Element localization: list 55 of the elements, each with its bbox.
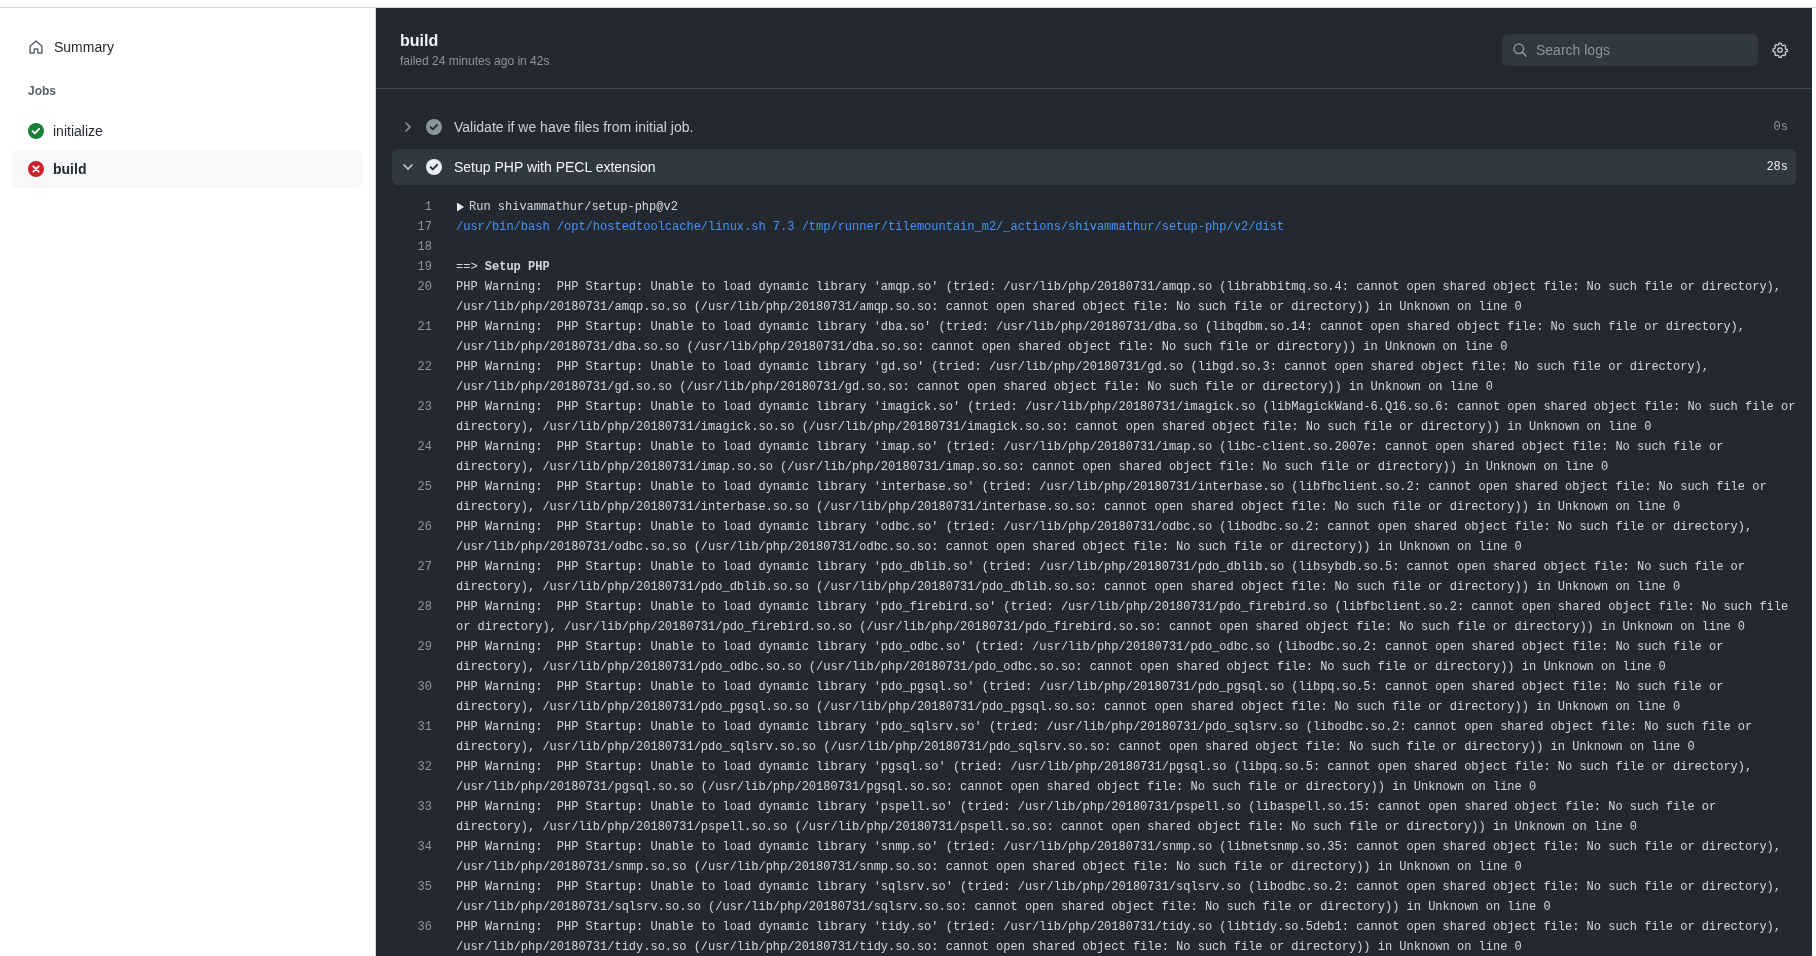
- log-line: PHP Warning: PHP Startup: Unable to load dynamic library 'pdo_dblib.so' (tried: /usr/lib/php/20180731/pdo_dblib.so (libsybdb.so.5: cannot open shared object file: No such file or directory), /usr/lib/php/20180731/pdo_dblib.so.so (/usr/lib/php/20180731/pdo_dblib.so.so: cannot open shared object file: No such file or directory)) in Unknown on line 0: [456, 559, 1746, 596]
- line-number: 30: [416, 679, 433, 696]
- line-number: 1: [423, 199, 433, 216]
- log-line: PHP Warning: PHP Startup: Unable to load dynamic library 'interbase.so' (tried: /usr/lib/php/20180731/interbase.so (libfbclient.so.2: cannot open shared object file: No such file or directory), /usr/lib/php/20180731/interbase.so.so (/usr/lib/php/20180731/interbase.so.so: cannot open shared object file: No such file or directory)) in Unknown on line 0: [456, 479, 1768, 516]
- line-number: 32: [416, 759, 433, 776]
- log-line: PHP Warning: PHP Startup: Unable to load dynamic library 'odbc.so' (tried: /usr/lib/php/20180731/odbc.so (libodbc.so.2: cannot open shared object file: No such file or directory), /usr/lib/php/20180731/odbc.so.so (/usr/lib/php/20180731/odbc.so.so: cannot open shared object file: No such file or directory)) in Unknown on line 0: [456, 519, 1754, 556]
- log-line: PHP Warning: PHP Startup: Unable to load dynamic library 'sqlsrv.so' (tried: /usr/lib/php/20180731/sqlsrv.so (libodbc.so.2: cannot open shared object file: No such file or directory), /usr/lib/php/20180731/sqlsrv.so.so (/usr/lib/php/20180731/sqlsrv.so.so: cannot open shared object file: No such file or directory)) in Unknown on line 0: [456, 879, 1782, 916]
- section-heading: Jobs: [27, 83, 57, 100]
- log-line: PHP Warning: PHP Startup: Unable to load dynamic library 'pdo_firebird.so' (tried: /usr/lib/php/20180731/pdo_firebird.so (libfbclient.so.2: cannot open shared object file: No such file or directory), /usr/lib/php/20180731/pdo_firebird.so.so (/usr/lib/php/20180731/pdo_firebird.so.so: cannot open shared object file: No such file or directory)) in Unknown on line 0: [456, 599, 1790, 636]
- line-number: 18: [416, 239, 433, 256]
- line-number: 33: [416, 799, 433, 816]
- log-line: /usr/bin/bash /opt/hostedtoolcache/linux.sh 7.3 /tmp/runner/tilemountain_m2/_actions/shivammathur/setup-php/v2/dist: [456, 219, 1285, 236]
- log-line: PHP Warning: PHP Startup: Unable to load dynamic library 'pdo_sqlsrv.so' (tried: /usr/lib/php/20180731/pdo_sqlsrv.so (libodbc.so.2: cannot open shared object file: No such file or directory), /usr/lib/php/20180731/pdo_sqlsrv.so.so (/usr/lib/php/20180731/pdo_sqlsrv.so.so: cannot open shared object file: No such file or directory)) in Unknown on line 0: [456, 719, 1754, 756]
- line-number: 29: [416, 639, 433, 656]
- line-number: 17: [416, 219, 433, 236]
- log-group-toggle[interactable]: Run shivammathur/setup-php@v2: [469, 197, 678, 217]
- line-number: 22: [416, 359, 433, 376]
- line-number: 21: [416, 319, 433, 336]
- job-item[interactable]: initialize: [12, 112, 363, 150]
- check-circle-icon: [426, 159, 442, 175]
- job-item[interactable]: build: [12, 150, 363, 188]
- check-circle-icon: [426, 119, 442, 135]
- line-number: 36: [416, 919, 433, 936]
- caret-icon[interactable]: [456, 202, 465, 212]
- step-row[interactable]: Setup PHP with PECL extension 28s: [392, 149, 1796, 185]
- search-field[interactable]: Search logs: [1502, 34, 1758, 66]
- job-status-text: failed 24 minutes ago in 42s: [400, 54, 550, 68]
- line-number: 31: [416, 719, 433, 736]
- line-number: 19: [416, 259, 433, 276]
- line-number: 34: [416, 839, 433, 856]
- line-number: 25: [416, 479, 433, 496]
- log-line: PHP Warning: PHP Startup: Unable to load dynamic library 'pdo_odbc.so' (tried: /usr/lib/php/20180731/pdo_odbc.so (libodbc.so.2: cannot open shared object file: No such file or directory), /usr/lib/php/20180731/pdo_odbc.so.so (/usr/lib/php/20180731/pdo_odbc.so.so: cannot open shared object file: No such file or directory)) in Unknown on line 0: [456, 639, 1725, 676]
- line-number: 26: [416, 519, 433, 536]
- log-line: PHP Warning: PHP Startup: Unable to load dynamic library 'gd.so' (tried: /usr/lib/php/20180731/gd.so (libgd.so.3: cannot open shared object file: No such file or directory), /usr/lib/php/20180731/gd.so.so (/usr/lib/php/20180731/gd.so.so: cannot open shared object file: No such file or directory)) in Unknown on line 0: [456, 359, 1710, 396]
- home-icon: [28, 39, 44, 55]
- line-number: 28: [416, 599, 433, 616]
- log-line: PHP Warning: PHP Startup: Unable to load dynamic library 'snmp.so' (tried: /usr/lib/php/20180731/snmp.so (libnetsnmp.so.35: cannot open shared object file: No such file or directory), /usr/lib/php/20180731/snmp.so.so (/usr/lib/php/20180731/snmp.so.so: cannot open shared object file: No such file or directory)) in Unknown on line 0: [456, 839, 1782, 876]
- log-line: ==> Setup PHP: [456, 259, 550, 276]
- log-line: PHP Warning: PHP Startup: Unable to load dynamic library 'pspell.so' (tried: /usr/lib/php/20180731/pspell.so (libaspell.so.15: cannot open shared object file: No such file or directory), /usr/lib/php/20180731/pspell.so.so (/usr/lib/php/20180731/pspell.so.so: cannot open shared object file: No such file or directory)) in Unknown on line 0: [456, 799, 1718, 836]
- log-line: PHP Warning: PHP Startup: Unable to load dynamic library 'imap.so' (tried: /usr/lib/php/20180731/imap.so (libc-client.so.2007e: cannot open shared object file: No such file or directory), /usr/lib/php/20180731/imap.so.so (/usr/lib/php/20180731/imap.so.so: cannot open shared object file: No such file or directory)) in Unknown on line 0: [456, 439, 1725, 476]
- log-line: PHP Warning: PHP Startup: Unable to load dynamic library 'dba.so' (tried: /usr/lib/php/20180731/dba.so (libqdbm.so.14: cannot open shared object file: No such file or directory), /usr/lib/php/20180731/dba.so.so (/usr/lib/php/20180731/dba.so.so: cannot open shared object file: No such file or directory)) in Unknown on line 0: [456, 319, 1746, 356]
- log-line: PHP Warning: PHP Startup: Unable to load dynamic library 'pgsql.so' (tried: /usr/lib/php/20180731/pgsql.so (libpq.so.5: cannot open shared object file: No such file or directory), /usr/lib/php/20180731/pgsql.so.so (/usr/lib/php/20180731/pgsql.so.so: cannot open shared object file: No such file or directory)) in Unknown on line 0: [456, 759, 1754, 796]
- settings-icon: [1772, 42, 1788, 58]
- line-number: 27: [416, 559, 433, 576]
- log-line: PHP Warning: PHP Startup: Unable to load dynamic library 'tidy.so' (tried: /usr/lib/php/20180731/tidy.so (libtidy.so.5deb1: cannot open shared object file: No such file or directory), /usr/lib/php/20180731/tidy.so.so (/usr/lib/php/20180731/tidy.so.so: cannot open shared object file: No such file or directory)) in Unknown on line 0: [456, 919, 1782, 956]
- summary-link[interactable]: Summary: [12, 32, 363, 62]
- log-line: PHP Warning: PHP Startup: Unable to load dynamic library 'amqp.so' (tried: /usr/lib/php/20180731/amqp.so (librabbitmq.so.4: cannot open shared object file: No such file or directory), /usr/lib/php/20180731/amqp.so.so (/usr/lib/php/20180731/amqp.so.so: cannot open shared object file: No such file or directory)) in Unknown on line 0: [456, 279, 1782, 316]
- line-number: 20: [416, 279, 433, 296]
- line-number: 23: [416, 399, 433, 416]
- job-title: build: [400, 32, 440, 50]
- line-number: 35: [416, 879, 433, 896]
- line-number: 24: [416, 439, 433, 456]
- step-row[interactable]: Validate if we have files from initial job. 0s: [392, 109, 1796, 145]
- log-line: PHP Warning: PHP Startup: Unable to load dynamic library 'pdo_pgsql.so' (tried: /usr/lib/php/20180731/pdo_pgsql.so (libpq.so.5: cannot open shared object file: No such file or directory), /usr/lib/php/20180731/pdo_pgsql.so.so (/usr/lib/php/20180731/pdo_pgsql.so.so: cannot open shared object file: No such file or directory)) in Unknown on line 0: [456, 679, 1725, 716]
- log-line: PHP Warning: PHP Startup: Unable to load dynamic library 'imagick.so' (tried: /usr/lib/php/20180731/imagick.so (libMagickWand-6.Q16.so.6: cannot open shared object file: No such file or directory), /usr/lib/php/20180731/imagick.so.so (/usr/lib/php/20180731/imagick.so.so: cannot open shared object file: No such file or directory)) in Unknown on line 0: [456, 399, 1796, 436]
